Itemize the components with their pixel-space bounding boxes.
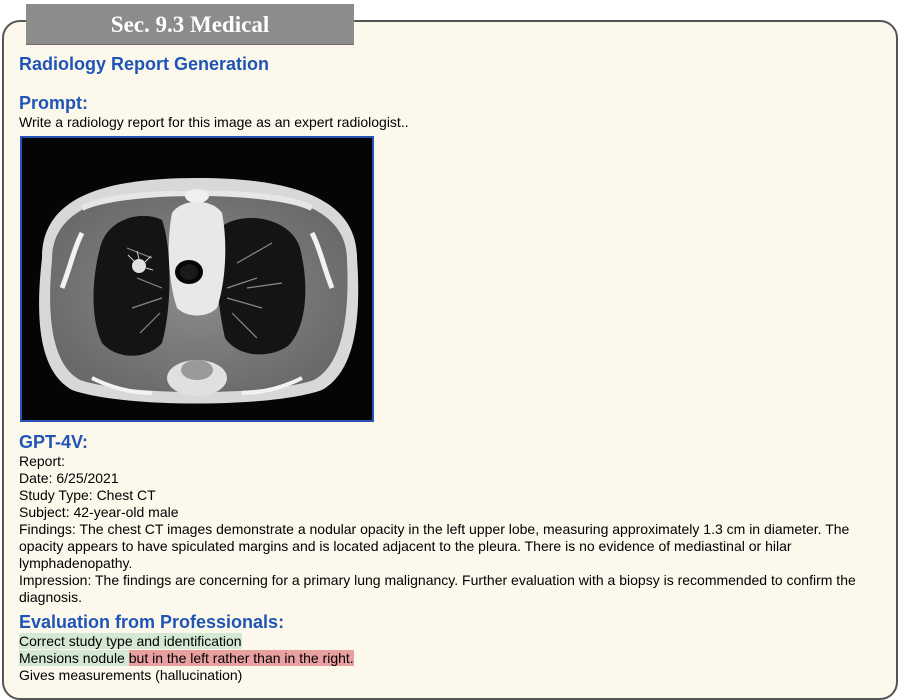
report-line: Subject: 42-year-old male [19, 504, 179, 520]
ct-image [20, 136, 374, 422]
report-line: Date: 6/25/2021 [19, 470, 119, 486]
evaluation-line: Gives measurements (hallucination) [19, 667, 889, 684]
prompt-text: Write a radiology report for this image … [19, 114, 409, 130]
evaluation-heading: Evaluation from Professionals: [19, 612, 285, 632]
report-findings: Findings: The chest CT images demonstrat… [19, 521, 850, 571]
evaluation-line: Mensions nodule but in the left rather t… [19, 650, 889, 667]
evaluation-error: but in the left rather than in the right… [128, 650, 354, 666]
report-line: Study Type: Chest CT [19, 487, 156, 503]
section-tab: Sec. 9.3 Medical [26, 4, 354, 45]
evaluation-correct: Correct study type and identification [19, 633, 242, 649]
evaluation-line: Correct study type and identification [19, 633, 889, 650]
report-line: Report: [19, 453, 65, 469]
main-content: Radiology Report Generation Prompt: Writ… [19, 52, 889, 684]
evaluation-hallucination: Gives measurements (hallucination) [19, 667, 243, 683]
report-impression: Impression: The findings are concerning … [19, 572, 856, 605]
response-heading: GPT-4V: [19, 432, 89, 452]
evaluation-partial: Mensions nodule [19, 650, 129, 666]
chest-ct-illustration [22, 138, 372, 420]
page-title: Radiology Report Generation [19, 54, 270, 74]
prompt-heading: Prompt: [19, 93, 88, 113]
